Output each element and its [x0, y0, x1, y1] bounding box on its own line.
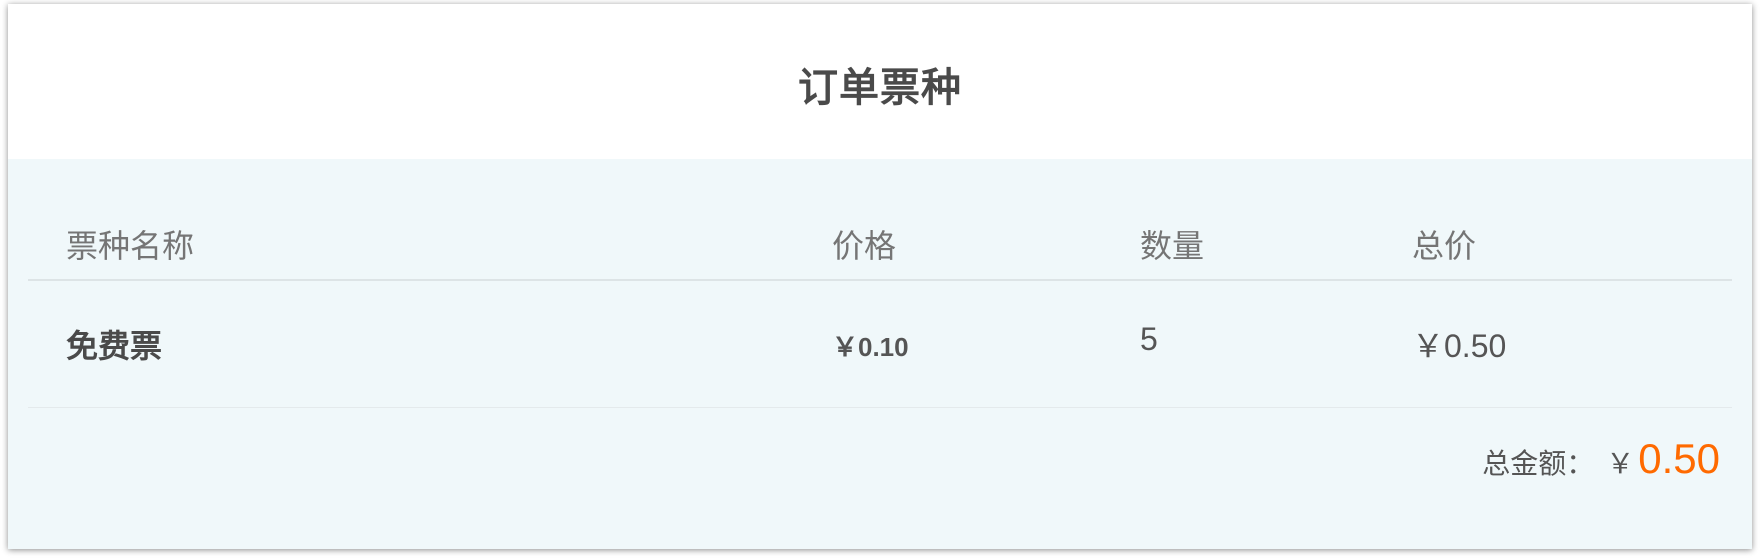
card-header: 订单票种 [8, 4, 1752, 159]
ticket-table-panel: 票种名称 价格 数量 总价 免费票 ￥0.10 5 ￥0.50 总金额： ￥ 0… [8, 159, 1752, 549]
column-header-total: 总价 [1412, 228, 1477, 264]
ticket-total-cell: ￥0.50 [1412, 328, 1507, 364]
total-amount-label: 总金额： [1482, 448, 1595, 479]
table-header-row: 票种名称 价格 数量 总价 [28, 159, 1732, 281]
page-title: 订单票种 [798, 65, 962, 110]
column-header-price: 价格 [832, 228, 897, 264]
ticket-price-cell: ￥0.10 [832, 332, 909, 362]
column-header-quantity: 数量 [1140, 228, 1205, 264]
total-amount-value: 0.50 [1638, 435, 1720, 482]
column-header-name: 票种名称 [66, 228, 195, 264]
total-currency-symbol: ￥ [1606, 448, 1635, 479]
ticket-quantity-cell: 5 [1140, 321, 1158, 357]
ticket-name-cell: 免费票 [66, 328, 163, 364]
table-row: 免费票 ￥0.10 5 ￥0.50 [28, 281, 1732, 408]
order-total-summary: 总金额： ￥ 0.50 [1482, 435, 1720, 483]
order-ticket-card: 订单票种 票种名称 价格 数量 总价 免费票 ￥0.10 5 ￥0.50 总金额… [8, 4, 1752, 549]
